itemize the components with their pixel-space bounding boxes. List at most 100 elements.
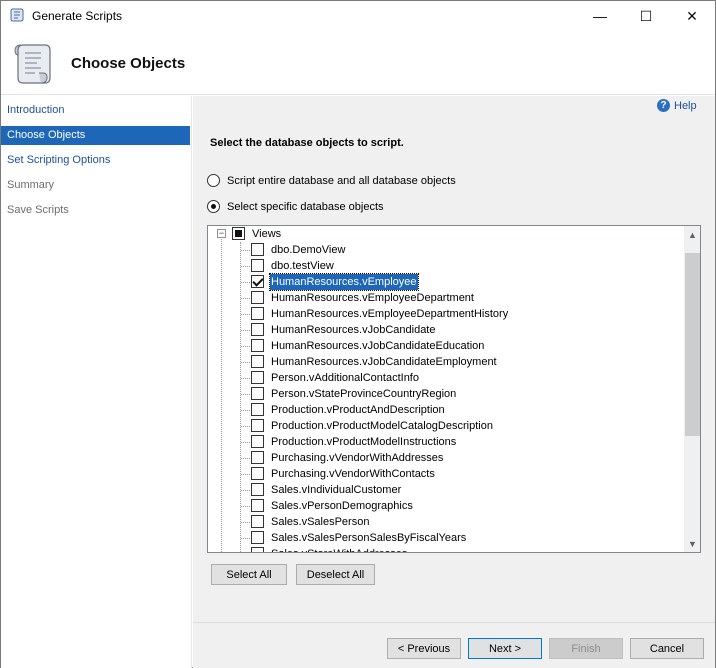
tree-connector bbox=[241, 282, 250, 283]
wizard-nav: Introduction Choose Objects Set Scriptin… bbox=[1, 96, 192, 668]
help-label: Help bbox=[674, 99, 697, 112]
radio-entire-database[interactable]: Script entire database and all database … bbox=[207, 174, 456, 187]
tree-item[interactable]: Person.vAdditionalContactInfo bbox=[208, 370, 684, 386]
finish-button: Finish bbox=[549, 638, 623, 659]
tree-connector bbox=[241, 538, 250, 539]
tree-connector bbox=[241, 410, 250, 411]
wizard-header: Choose Objects bbox=[1, 31, 715, 95]
tree-item-checkbox[interactable] bbox=[251, 323, 264, 336]
maximize-button[interactable]: ☐ bbox=[623, 1, 669, 31]
tree-viewport: − Views dbo.DemoView dbo.testView HumanRes… bbox=[208, 226, 684, 552]
radio-entire-circle[interactable] bbox=[207, 174, 220, 187]
page-title: Choose Objects bbox=[71, 55, 186, 72]
tree-item-checkbox[interactable] bbox=[251, 275, 264, 288]
close-button[interactable]: ✕ bbox=[669, 1, 715, 31]
script-scroll-icon bbox=[14, 44, 51, 84]
tree-item-checkbox[interactable] bbox=[251, 403, 264, 416]
scrollbar-thumb[interactable] bbox=[685, 253, 700, 436]
tree-item-label: Sales.vStoreWithAddresses bbox=[270, 546, 408, 552]
tree-item[interactable]: dbo.DemoView bbox=[208, 242, 684, 258]
tree-item[interactable]: Sales.vSalesPersonSalesByFiscalYears bbox=[208, 530, 684, 546]
tree-item-checkbox[interactable] bbox=[251, 451, 264, 464]
tree-item-checkbox[interactable] bbox=[251, 499, 264, 512]
cancel-button[interactable]: Cancel bbox=[630, 638, 704, 659]
tree-item-checkbox[interactable] bbox=[251, 547, 264, 552]
minimize-button[interactable]: — bbox=[577, 1, 623, 31]
tree-item[interactable]: Person.vStateProvinceCountryRegion bbox=[208, 386, 684, 402]
tree-item-checkbox[interactable] bbox=[251, 307, 264, 320]
chevron-up-icon: ▲ bbox=[688, 229, 697, 240]
tree-item-checkbox[interactable] bbox=[251, 467, 264, 480]
select-all-button[interactable]: Select All bbox=[211, 564, 287, 585]
tree-item-checkbox[interactable] bbox=[251, 435, 264, 448]
radio-specific-circle[interactable] bbox=[207, 200, 220, 213]
tree-item[interactable]: dbo.testView bbox=[208, 258, 684, 274]
scroll-down-arrow[interactable]: ▼ bbox=[684, 535, 700, 552]
tree-item-label: HumanResources.vJobCandidateEducation bbox=[271, 340, 485, 352]
tree-item-checkbox[interactable] bbox=[251, 259, 264, 272]
tree-item-checkbox[interactable] bbox=[251, 387, 264, 400]
tree-item-checkbox[interactable] bbox=[251, 371, 264, 384]
tree-connector bbox=[241, 506, 250, 507]
scroll-icon bbox=[10, 8, 24, 22]
title-bar: Generate Scripts — ☐ ✕ bbox=[1, 1, 715, 31]
tree-item-label: Production.vProductModelCatalogDescripti… bbox=[271, 420, 493, 432]
tree-item[interactable]: Sales.vIndividualCustomer bbox=[208, 482, 684, 498]
maximize-icon: ☐ bbox=[639, 7, 653, 24]
tree-item-label: dbo.testView bbox=[271, 260, 334, 272]
tree-connector bbox=[241, 522, 250, 523]
section-heading: Select the database objects to script. bbox=[210, 137, 404, 149]
tree-item-label: HumanResources.vEmployeeDepartment bbox=[271, 292, 474, 304]
tree-item[interactable]: Production.vProductModelInstructions bbox=[208, 434, 684, 450]
tree-item[interactable]: HumanResources.vJobCandidateEducation bbox=[208, 338, 684, 354]
previous-button[interactable]: < Previous bbox=[387, 638, 461, 659]
tree-item[interactable]: HumanResources.vEmployeeDepartmentHistor… bbox=[208, 306, 684, 322]
tree-connector bbox=[241, 458, 250, 459]
tree-root-views[interactable]: − Views bbox=[208, 226, 684, 242]
nav-item-choose-objects[interactable]: Choose Objects bbox=[1, 126, 190, 145]
radio-specific-objects[interactable]: Select specific database objects bbox=[207, 200, 384, 213]
tree-item-label: Sales.vPersonDemographics bbox=[271, 500, 413, 512]
tree-item-label: HumanResources.vJobCandidateEmployment bbox=[271, 356, 497, 368]
tree-item-label: dbo.DemoView bbox=[271, 244, 346, 256]
views-checkbox[interactable] bbox=[232, 227, 245, 240]
tree-item[interactable]: Sales.vStoreWithAddresses bbox=[208, 546, 684, 552]
scroll-up-arrow[interactable]: ▲ bbox=[684, 226, 700, 243]
tree-item[interactable]: HumanResources.vEmployeeDepartment bbox=[208, 290, 684, 306]
tree-item[interactable]: Sales.vSalesPerson bbox=[208, 514, 684, 530]
help-link[interactable]: ? Help bbox=[657, 99, 697, 112]
tree-item-checkbox[interactable] bbox=[251, 355, 264, 368]
object-tree[interactable]: − Views dbo.DemoView dbo.testView HumanRes… bbox=[207, 225, 701, 553]
tree-item-label: HumanResources.vEmployeeDepartmentHistor… bbox=[271, 308, 509, 320]
nav-item-introduction[interactable]: Introduction bbox=[1, 101, 190, 120]
next-button[interactable]: Next > bbox=[468, 638, 542, 659]
tree-item-checkbox[interactable] bbox=[251, 483, 264, 496]
tree-item[interactable]: Production.vProductAndDescription bbox=[208, 402, 684, 418]
tree-item-checkbox[interactable] bbox=[251, 419, 264, 432]
tree-item[interactable]: Sales.vPersonDemographics bbox=[208, 498, 684, 514]
tree-item[interactable]: Production.vProductModelCatalogDescripti… bbox=[208, 418, 684, 434]
tree-connector bbox=[241, 474, 250, 475]
tree-item-checkbox[interactable] bbox=[251, 291, 264, 304]
tree-item-label: Purchasing.vVendorWithAddresses bbox=[271, 452, 444, 464]
vertical-scrollbar[interactable]: ▲ ▼ bbox=[684, 226, 700, 552]
nav-item-set-scripting-options[interactable]: Set Scripting Options bbox=[1, 151, 190, 170]
nav-item-save-scripts: Save Scripts bbox=[7, 204, 69, 216]
wizard-footer: < Previous Next > Finish Cancel bbox=[193, 622, 715, 668]
nav-item-summary: Summary bbox=[7, 179, 55, 191]
tree-item-checkbox[interactable] bbox=[251, 515, 264, 528]
tree-item[interactable]: HumanResources.vJobCandidateEmployment bbox=[208, 354, 684, 370]
tree-item-checkbox[interactable] bbox=[251, 339, 264, 352]
tree-connector bbox=[241, 266, 250, 267]
deselect-all-button[interactable]: Deselect All bbox=[296, 564, 375, 585]
tree-item-checkbox[interactable] bbox=[251, 243, 264, 256]
tree-item[interactable]: HumanResources.vEmployee bbox=[208, 273, 684, 291]
tree-item-label: HumanResources.vEmployee bbox=[269, 273, 419, 291]
collapse-icon[interactable]: − bbox=[217, 229, 226, 238]
tree-item[interactable]: Purchasing.vVendorWithAddresses bbox=[208, 450, 684, 466]
tree-item-label: Purchasing.vVendorWithContacts bbox=[271, 468, 435, 480]
tree-item[interactable]: Purchasing.vVendorWithContacts bbox=[208, 466, 684, 482]
tree-item-checkbox[interactable] bbox=[251, 531, 264, 544]
tree-connector bbox=[241, 362, 250, 363]
tree-item[interactable]: HumanResources.vJobCandidate bbox=[208, 322, 684, 338]
